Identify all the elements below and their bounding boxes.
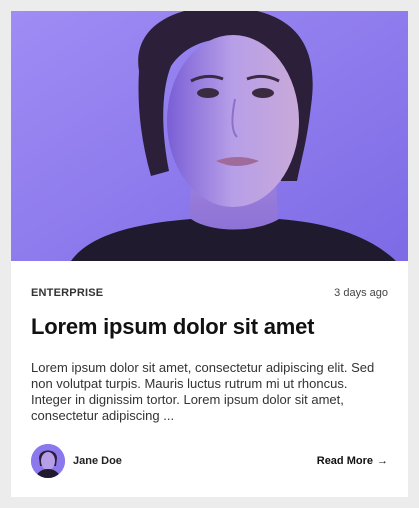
- read-more-label: Read More: [316, 455, 373, 467]
- hero-image: [11, 11, 408, 261]
- avatar[interactable]: [31, 444, 65, 478]
- category-label[interactable]: ENTERPRISE: [31, 287, 103, 299]
- article-card[interactable]: ENTERPRISE 3 days ago Lorem ipsum dolor …: [11, 11, 408, 497]
- article-title[interactable]: Lorem ipsum dolor sit amet: [31, 313, 388, 341]
- meta-row: ENTERPRISE 3 days ago: [31, 285, 388, 301]
- card-body: ENTERPRISE 3 days ago Lorem ipsum dolor …: [11, 285, 408, 424]
- portrait-illustration: [11, 11, 408, 261]
- author-name[interactable]: Jane Doe: [73, 455, 122, 467]
- arrow-right-icon: →: [377, 455, 388, 467]
- author[interactable]: Jane Doe: [31, 444, 122, 478]
- avatar-photo-icon: [31, 444, 65, 478]
- timestamp: 3 days ago: [334, 287, 388, 299]
- read-more-link[interactable]: Read More →: [317, 455, 388, 467]
- card-footer: Jane Doe Read More →: [31, 443, 388, 479]
- article-excerpt: Lorem ipsum dolor sit amet, consectetur …: [31, 360, 375, 423]
